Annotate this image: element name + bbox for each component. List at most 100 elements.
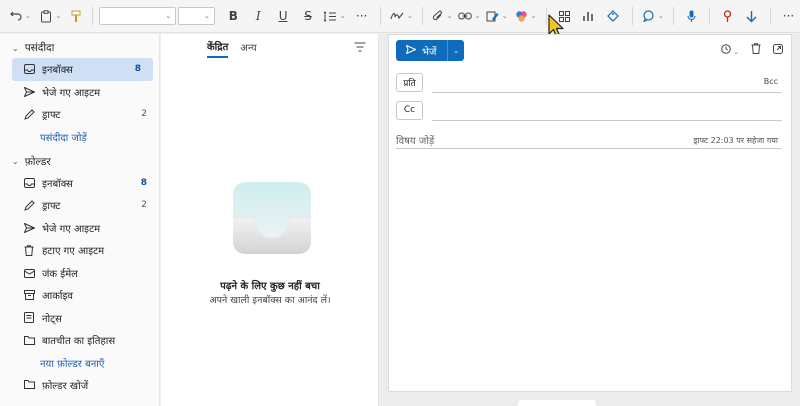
font-size-dropdown[interactable]: ⌄ xyxy=(178,7,215,25)
inbox-tabs: केंद्रित अन्य xyxy=(161,34,378,62)
folder-sent-items[interactable]: भेजे गए आइटम xyxy=(0,217,159,240)
download-icon xyxy=(746,10,757,22)
discard-button[interactable] xyxy=(751,43,761,57)
paste-button[interactable]: ⌄ xyxy=(37,4,66,28)
cc-input[interactable] xyxy=(432,120,782,121)
format-painter-button[interactable] xyxy=(65,4,86,28)
tab-other[interactable]: अन्य xyxy=(240,40,256,57)
more-formatting-button[interactable]: ··· xyxy=(349,4,374,28)
link-icon xyxy=(457,12,472,20)
toolbar-separator xyxy=(673,7,675,25)
copilot-icon xyxy=(515,10,527,22)
undo-button[interactable]: ⌄ xyxy=(4,4,37,28)
trash-icon xyxy=(22,245,36,256)
favorite-drafts[interactable]: ड्राफ्ट 2 xyxy=(0,103,159,126)
folder-label: ड्राफ्ट xyxy=(42,110,61,122)
chevron-down-icon: ⌄ xyxy=(453,46,459,55)
search-folders-item[interactable]: फ़ोल्डर खोजें xyxy=(0,374,159,397)
empty-state-subtitle: अपने खाली इनबॉक्स का आनंद लें। xyxy=(209,295,331,306)
send-icon xyxy=(405,44,417,57)
sensitivity-button[interactable] xyxy=(716,4,739,28)
folder-label: इनबॉक्स xyxy=(42,178,73,190)
clock-icon xyxy=(721,43,731,54)
send-label: भेजें xyxy=(422,46,437,58)
sensitivity-icon xyxy=(724,9,732,22)
download-button[interactable] xyxy=(739,4,764,28)
dictate-button[interactable] xyxy=(680,4,703,28)
bcc-button[interactable]: Bcc xyxy=(764,77,778,86)
tag-button[interactable] xyxy=(601,4,626,28)
favorite-inbox[interactable]: इनबॉक्स 8 xyxy=(12,58,153,81)
folder-notes[interactable]: नोट्स xyxy=(0,307,159,330)
folder-label: जंक ईमेल xyxy=(42,268,78,280)
inbox-icon xyxy=(22,64,36,75)
spacing-button[interactable]: ⌄ xyxy=(320,4,349,28)
subject-field[interactable]: विषय जोड़ें ड्राफ्ट 22:03 पर सहेजा गया xyxy=(396,131,782,149)
chevron-down-icon: ⌄ xyxy=(203,12,210,20)
chat-icon xyxy=(643,10,654,22)
folder-inbox[interactable]: इनबॉक्स 8 xyxy=(0,172,159,195)
favorite-sent-items[interactable]: भेजे गए आइटम xyxy=(0,81,159,104)
toolbar-separator xyxy=(545,7,547,25)
editor-icon xyxy=(486,11,499,21)
folders-header[interactable]: ⌄ फ़ोल्डर xyxy=(0,152,159,172)
draft-icon xyxy=(22,109,36,120)
bottom-tab xyxy=(518,400,596,406)
chat-button[interactable]: ⌄ xyxy=(639,4,668,28)
bold-button[interactable]: B xyxy=(221,4,246,28)
message-list-pane: केंद्रित अन्य पढ़ने के लिए कुछ नहीं बचा … xyxy=(161,34,379,406)
folder-label: फ़ोल्डर खोजें xyxy=(42,380,89,392)
folder-deleted-items[interactable]: हटाए गए आइटम xyxy=(0,239,159,262)
underline-button[interactable]: U xyxy=(271,4,296,28)
folder-label: ड्राफ्ट xyxy=(42,201,61,213)
folder-label: भेजे गए आइटम xyxy=(42,223,101,235)
filter-icon[interactable] xyxy=(354,42,366,52)
add-favorite-link[interactable]: पसंदीदा जोड़ें xyxy=(0,126,159,148)
chevron-down-icon: ⌄ xyxy=(12,43,19,53)
folder-conversation-history[interactable]: बातचीत का इतिहास xyxy=(0,329,159,352)
draft-saved-note: ड्राफ्ट 22:03 पर सहेजा गया xyxy=(693,136,778,145)
send-button[interactable]: भेजें xyxy=(396,40,448,61)
tab-focused[interactable]: केंद्रित xyxy=(207,39,229,58)
send-button-group: भेजें ⌄ xyxy=(396,40,464,61)
folder-label: इनबॉक्स xyxy=(42,65,73,77)
compose-form: भेजें ⌄ ⌄ प्रति Bcc Cc विषय जोड़ें ड्राफ… xyxy=(388,34,792,392)
folder-drafts[interactable]: ड्राफ्ट 2 xyxy=(0,194,159,217)
archive-icon xyxy=(22,290,36,301)
subject-underline xyxy=(396,148,782,149)
editor-button[interactable]: ⌄ xyxy=(482,4,511,28)
unread-count: 8 xyxy=(134,64,141,75)
copilot-button[interactable]: ⌄ xyxy=(511,4,540,28)
more-options-button[interactable]: ··· xyxy=(777,4,800,28)
new-folder-link[interactable]: नया फ़ोल्डर बनाएँ xyxy=(0,352,159,374)
cc-button[interactable]: Cc xyxy=(396,100,423,120)
send-icon xyxy=(22,222,36,233)
signature-button[interactable]: ⌄ xyxy=(387,4,416,28)
schedule-send-button[interactable]: ⌄ xyxy=(721,43,739,57)
favorites-header[interactable]: ⌄ पसंदीदा xyxy=(0,38,159,58)
toolbar-separator xyxy=(631,7,633,25)
link-button[interactable]: ⌄ xyxy=(456,4,483,28)
send-options-dropdown[interactable]: ⌄ xyxy=(448,47,464,55)
folder-label: भेजे गए आइटम xyxy=(42,87,101,99)
pop-out-button[interactable] xyxy=(773,43,783,57)
to-input[interactable] xyxy=(432,92,782,93)
cc-row: Cc xyxy=(396,99,782,121)
favorites-title: पसंदीदा xyxy=(24,42,55,54)
draft-icon xyxy=(22,200,36,211)
folder-search-icon xyxy=(22,379,36,390)
to-button[interactable]: प्रति xyxy=(396,72,423,92)
italic-button[interactable]: I xyxy=(246,4,271,28)
chevron-down-icon: ⌄ xyxy=(165,12,172,20)
attach-button[interactable]: ⌄ xyxy=(429,4,456,28)
toolbar-separator xyxy=(709,7,711,25)
ribbon-toolbar: ⌄ ⌄ ⌄ ⌄ B I U S ⌄ ··· ⌄ ⌄ ⌄ ⌄ ⌄ ⌄ ··· xyxy=(0,0,800,33)
folder-archive[interactable]: आर्काइव xyxy=(0,284,159,307)
spacing-icon xyxy=(323,10,336,22)
strikethrough-button[interactable]: S xyxy=(296,4,321,28)
insights-button[interactable] xyxy=(576,4,601,28)
signature-icon xyxy=(390,12,404,20)
font-name-dropdown[interactable]: ⌄ xyxy=(99,7,177,25)
format-painter-icon xyxy=(71,10,81,22)
folder-junk-email[interactable]: जंक ईमेल xyxy=(0,262,159,285)
